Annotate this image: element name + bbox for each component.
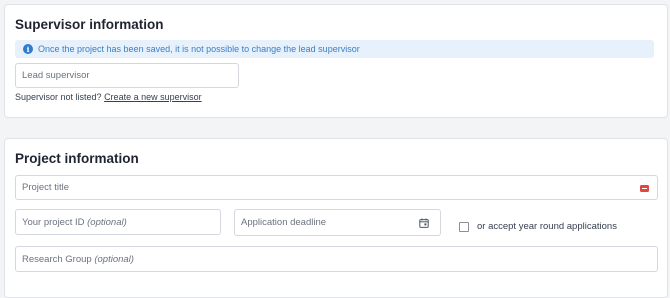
year-round-label: or accept year round applications [477, 221, 617, 232]
research-group-optional-label: (optional) [94, 253, 134, 265]
not-listed-text: Supervisor not listed? [15, 92, 102, 102]
info-message: Once the project has been saved, it is n… [38, 44, 360, 54]
project-title-placeholder: Project title [22, 182, 69, 193]
info-icon: i [23, 44, 33, 54]
create-new-supervisor-link[interactable]: Create a new supervisor [104, 92, 202, 102]
lead-supervisor-input[interactable]: Lead supervisor [15, 63, 239, 88]
project-id-placeholder: Your project ID [22, 216, 85, 228]
info-banner: i Once the project has been saved, it is… [15, 40, 654, 58]
research-group-input[interactable]: Research Group (optional) [15, 246, 658, 272]
application-deadline-placeholder: Application deadline [241, 217, 327, 228]
required-field-icon [640, 184, 649, 192]
project-id-input[interactable]: Your project ID (optional) [15, 209, 221, 235]
supervisor-information-card: Supervisor information i Once the projec… [4, 4, 668, 118]
project-information-card: Project information Project title Your p… [4, 138, 668, 298]
year-round-option[interactable]: or accept year round applications [459, 221, 617, 232]
application-deadline-input[interactable]: Application deadline [234, 209, 441, 236]
supervisor-not-listed-line: Supervisor not listed? Create a new supe… [15, 92, 202, 102]
year-round-checkbox[interactable] [459, 221, 469, 232]
research-group-placeholder: Research Group [22, 253, 92, 265]
calendar-icon[interactable] [419, 218, 429, 228]
project-title-input[interactable]: Project title [15, 175, 658, 200]
project-section-title: Project information [15, 151, 139, 166]
project-id-optional-label: (optional) [87, 216, 127, 228]
lead-supervisor-placeholder: Lead supervisor [22, 70, 90, 81]
supervisor-section-title: Supervisor information [15, 17, 164, 32]
